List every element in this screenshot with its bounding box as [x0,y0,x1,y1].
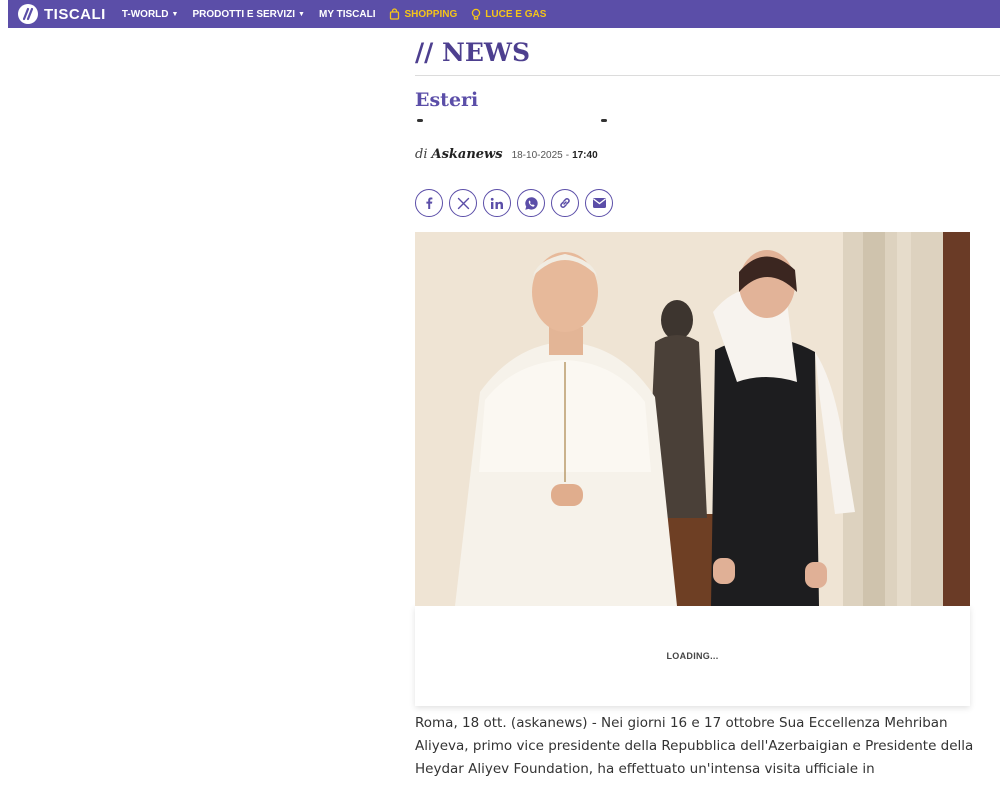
publish-time: 17:40 [572,150,598,161]
byline-prefix: di [415,147,428,162]
share-linkedin-button[interactable] [483,189,511,217]
section-title: // NEWS [415,28,1000,76]
nav-item-shopping[interactable]: SHOPPING [389,8,457,20]
caret-down-icon: ▼ [171,10,179,18]
author-link[interactable]: Askanews [431,147,502,162]
tiscali-logo-icon [18,4,38,24]
tiscali-logo[interactable]: TISCALI [18,4,106,24]
nav-item-label: LUCE E GAS [485,8,547,20]
nav-item-label: SHOPPING [404,8,458,20]
publish-date: 18-10-2025 [511,150,563,161]
link-icon [560,198,570,208]
headline-clipped [415,119,1000,129]
linkedin-icon [490,197,503,209]
headline-glyph-fragment [417,119,423,122]
loading-placeholder: LOADING... [415,606,970,706]
facebook-icon [426,197,433,209]
share-bar [415,189,1000,217]
nav-item-label: MY TISCALI [318,8,376,20]
nav-item-t-world[interactable]: T-WORLD ▼ [122,9,179,20]
x-icon [457,197,469,209]
article-body: Roma, 18 ott. (askanews) - Nei giorni 16… [415,715,974,777]
caret-down-icon: ▼ [298,10,305,18]
brand-name: TISCALI [44,5,106,23]
nav-item-label: T-WORLD [121,8,169,20]
headline-glyph-fragment [601,119,607,122]
nav-item-luce-e-gas[interactable]: LUCE E GAS [471,8,546,21]
article: // NEWS Esteri di Askanews 18-10-2025 - … [415,28,1000,781]
share-email-button[interactable] [585,189,613,217]
email-icon [592,198,606,208]
share-x-button[interactable] [449,189,477,217]
lightbulb-icon [472,8,481,20]
nav-item-my-tiscali[interactable]: MY TISCALI [319,9,375,20]
top-nav-bar: TISCALI T-WORLD ▼ PRODOTTI E SERVIZI ▼ M… [8,0,1000,28]
shopping-bag-icon [390,8,400,20]
loading-text: LOADING... [666,651,719,661]
date-separator: - [565,150,570,161]
share-whatsapp-button[interactable] [517,189,545,217]
share-facebook-button[interactable] [415,189,443,217]
article-photo [415,232,970,606]
nav-item-prodotti-e-servizi[interactable]: PRODOTTI E SERVIZI ▼ [192,9,305,20]
byline: di Askanews 18-10-2025 - 17:40 [415,147,1000,167]
whatsapp-icon [524,196,538,210]
copy-link-button[interactable] [551,189,579,217]
nav-item-label: PRODOTTI E SERVIZI [192,8,296,20]
category-link[interactable]: Esteri [415,89,1000,115]
